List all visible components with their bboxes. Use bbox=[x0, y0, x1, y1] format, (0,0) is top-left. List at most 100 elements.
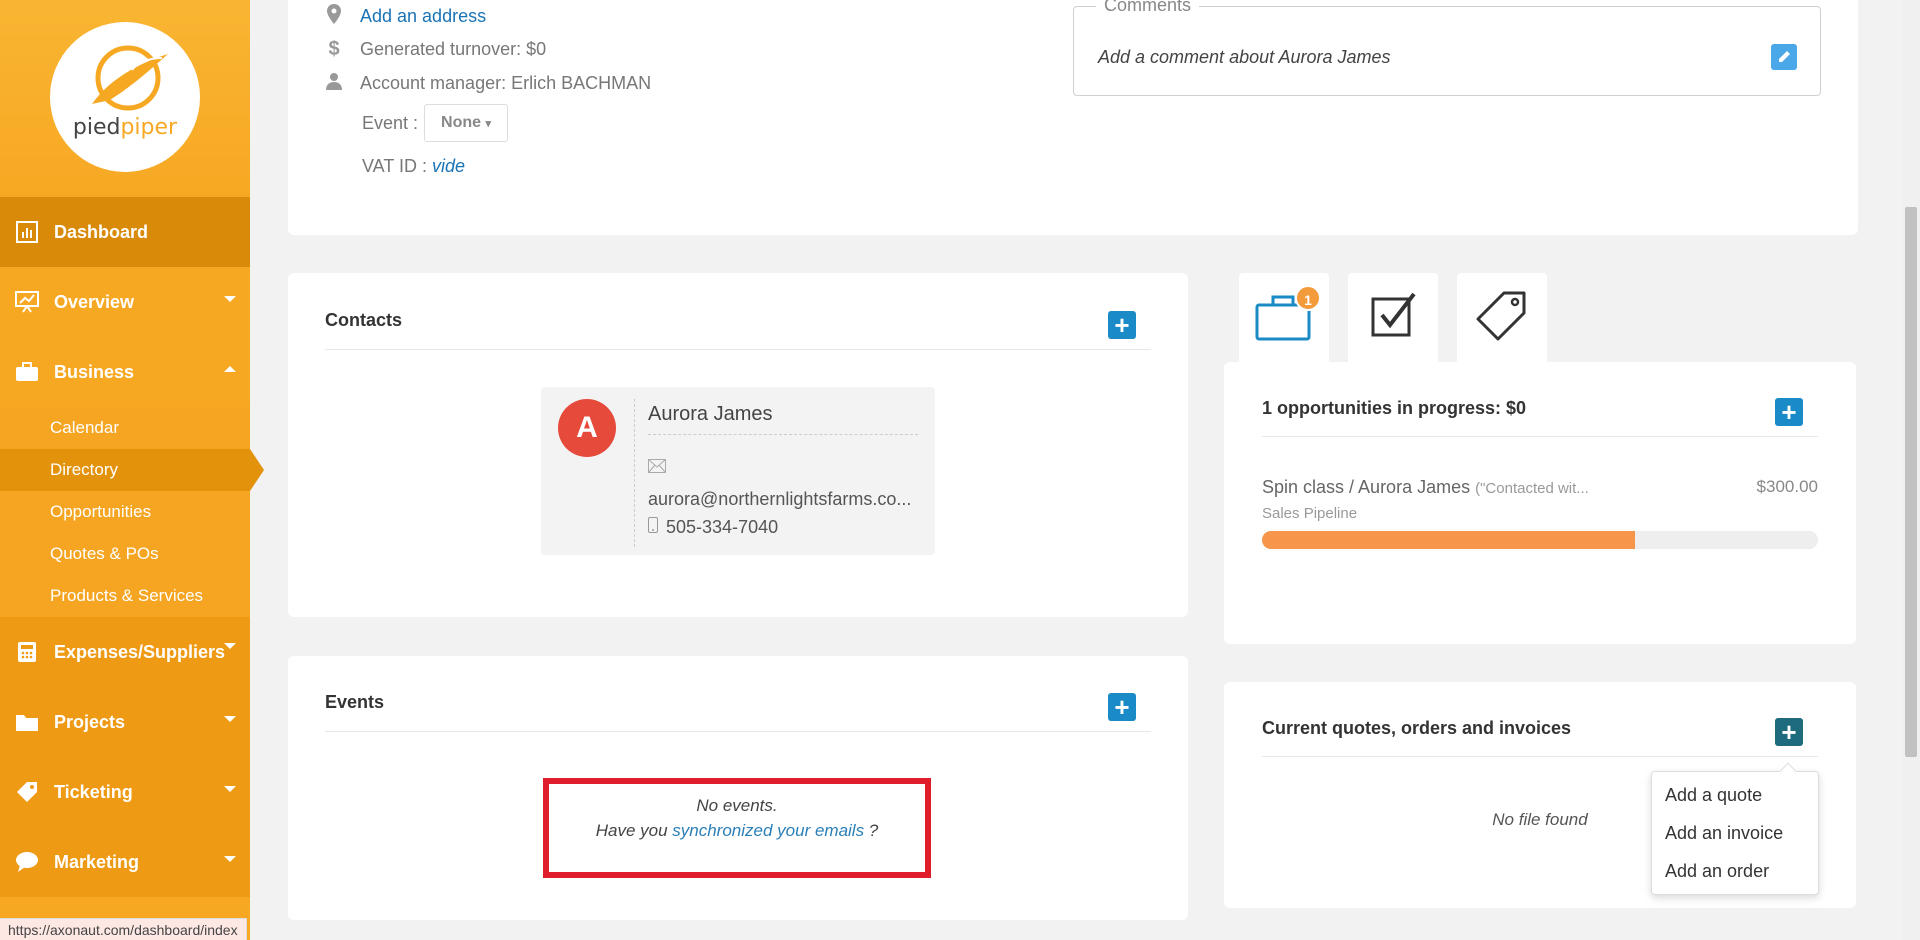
add-contact-button[interactable]: + bbox=[1108, 311, 1136, 339]
sidebar-item-label: Projects bbox=[54, 711, 126, 732]
avatar: A bbox=[558, 399, 616, 457]
chevron-down-icon bbox=[224, 856, 236, 862]
contact-card-aurora[interactable]: A Aurora James aurora@northernlightsfarm… bbox=[541, 387, 935, 555]
presentation-chart-icon bbox=[14, 291, 40, 313]
opportunity-progress-bar bbox=[1262, 531, 1818, 549]
opportunity-pipeline: Sales Pipeline bbox=[1262, 505, 1358, 522]
events-title: Events bbox=[325, 692, 385, 712]
vertical-scrollbar[interactable] bbox=[1902, 0, 1920, 940]
progress-fill bbox=[1262, 531, 1635, 549]
contacts-card: Contacts + A Aurora James aurora@norther… bbox=[288, 273, 1188, 617]
briefcase-icon bbox=[14, 361, 40, 383]
business-submenu: Calendar Directory Opportunities Quotes … bbox=[0, 407, 264, 617]
sidebar-subitem-calendar[interactable]: Calendar bbox=[0, 407, 250, 449]
tab-tags[interactable] bbox=[1457, 273, 1547, 363]
map-pin-icon bbox=[324, 4, 344, 29]
chevron-down-icon bbox=[224, 786, 236, 792]
menu-item-add-order[interactable]: Add an order bbox=[1652, 852, 1818, 890]
opportunities-title: 1 opportunities in progress: $0 bbox=[1262, 398, 1527, 418]
brand-logo[interactable]: piedpiper bbox=[50, 22, 200, 172]
sidebar-item-marketing[interactable]: Marketing bbox=[0, 827, 250, 897]
quotes-title: Current quotes, orders and invoices bbox=[1262, 718, 1572, 738]
sidebar-item-overview[interactable]: Overview bbox=[0, 267, 250, 337]
manager-text: Account manager: Erlich BACHMAN bbox=[360, 73, 652, 93]
sidebar-item-label: Business bbox=[54, 361, 135, 382]
opportunity-name: Spin class / Aurora James bbox=[1262, 477, 1471, 497]
bar-chart-icon bbox=[14, 221, 40, 243]
edit-comment-button[interactable] bbox=[1771, 44, 1797, 70]
menu-item-add-quote[interactable]: Add a quote bbox=[1652, 776, 1818, 814]
plus-icon: + bbox=[1781, 397, 1797, 427]
contact-name[interactable]: Aurora James bbox=[648, 403, 773, 426]
event-row: Event : None ▾ bbox=[362, 104, 509, 142]
sidebar-subitem-products[interactable]: Products & Services bbox=[0, 575, 250, 617]
chevron-down-icon bbox=[224, 643, 236, 649]
contacts-title: Contacts bbox=[325, 310, 403, 330]
sidebar-item-label: Expenses/Suppliers bbox=[54, 641, 226, 662]
divider bbox=[634, 399, 635, 547]
scrollbar-thumb[interactable] bbox=[1905, 207, 1917, 757]
company-info-card: Add an address $ Generated turnover: $0 … bbox=[288, 0, 1858, 235]
plus-icon: + bbox=[1781, 717, 1797, 747]
divider bbox=[1262, 436, 1818, 437]
divider bbox=[1262, 756, 1818, 757]
contact-phone[interactable]: 505-334-7040 bbox=[666, 517, 778, 538]
sync-prompt: Have you synchronized your emails ? bbox=[595, 821, 879, 840]
checkbox-icon bbox=[1371, 292, 1416, 337]
bird-logo-icon bbox=[92, 45, 168, 111]
tab-tasks[interactable] bbox=[1348, 273, 1438, 363]
sidebar-item-dashboard[interactable]: Dashboard bbox=[0, 197, 250, 267]
opportunity-item[interactable]: Spin class / Aurora James ("Contacted wi… bbox=[1262, 477, 1589, 498]
comment-placeholder[interactable]: Add a comment about Aurora James bbox=[1098, 47, 1390, 68]
contact-phone-row: 505-334-7040 bbox=[648, 517, 778, 538]
no-events-text: No events. bbox=[696, 796, 778, 815]
menu-item-add-invoice[interactable]: Add an invoice bbox=[1652, 814, 1818, 852]
calculator-icon bbox=[14, 641, 40, 663]
plus-icon: + bbox=[1114, 692, 1130, 722]
chevron-up-icon bbox=[224, 366, 236, 372]
tag-icon bbox=[1476, 291, 1526, 341]
sidebar-item-ticketing[interactable]: Ticketing bbox=[0, 757, 250, 827]
sidebar-item-expenses[interactable]: Expenses/Suppliers bbox=[0, 617, 250, 687]
sidebar-subitem-opportunities[interactable]: Opportunities bbox=[0, 491, 250, 533]
vat-row: VAT ID : vide bbox=[362, 156, 465, 177]
sidebar-subitem-quotes[interactable]: Quotes & POs bbox=[0, 533, 250, 575]
link-preview-status: https://axonaut.com/dashboard/index bbox=[0, 918, 247, 940]
envelope-icon bbox=[648, 459, 666, 478]
sidebar: piedpiper Dashboard Overview Business Ca… bbox=[0, 0, 264, 940]
caret-down-icon: ▾ bbox=[485, 118, 492, 130]
add-document-button[interactable]: + bbox=[1775, 718, 1803, 746]
chat-bubble-icon bbox=[14, 851, 40, 873]
sidebar-item-label: Dashboard bbox=[54, 221, 149, 242]
sidebar-item-business[interactable]: Business bbox=[0, 337, 250, 407]
comments-box: Comments Add a comment about Aurora Jame… bbox=[1073, 0, 1821, 96]
turnover-row: $ Generated turnover: $0 bbox=[324, 38, 546, 61]
opportunity-note: ("Contacted wit... bbox=[1475, 480, 1589, 497]
sync-emails-link[interactable]: synchronized your emails bbox=[672, 821, 864, 840]
tag-icon bbox=[14, 781, 40, 803]
opportunity-amount: $300.00 bbox=[1756, 477, 1818, 496]
manager-row: Account manager: Erlich BACHMAN bbox=[324, 72, 651, 95]
add-document-menu: Add a quote Add an invoice Add an order bbox=[1651, 762, 1819, 895]
sidebar-item-projects[interactable]: Projects bbox=[0, 687, 250, 757]
divider bbox=[648, 434, 918, 435]
comments-legend: Comments bbox=[1096, 0, 1200, 16]
add-event-button[interactable]: + bbox=[1108, 693, 1136, 721]
contact-email[interactable]: aurora@northernlightsfarms.co... bbox=[648, 489, 911, 510]
opportunities-card: 1 opportunities in progress: $0 + Spin c… bbox=[1224, 362, 1856, 644]
plus-icon: + bbox=[1114, 310, 1130, 340]
mobile-phone-icon bbox=[648, 517, 658, 538]
event-select[interactable]: None ▾ bbox=[424, 104, 509, 142]
add-opportunity-button[interactable]: + bbox=[1775, 398, 1803, 426]
sidebar-subitem-directory[interactable]: Directory bbox=[0, 449, 264, 491]
events-card: Events + No events. Have you synchronize… bbox=[288, 656, 1188, 920]
sidebar-item-label: Marketing bbox=[54, 851, 140, 872]
tab-opportunities[interactable]: 1 bbox=[1239, 273, 1329, 363]
sidebar-item-label: Overview bbox=[54, 291, 135, 312]
vat-value-link[interactable]: vide bbox=[432, 156, 465, 177]
brand-name: piedpiper bbox=[72, 115, 178, 140]
event-label: Event : bbox=[362, 112, 419, 133]
turnover-text: Generated turnover: $0 bbox=[360, 39, 547, 59]
pencil-icon bbox=[1779, 51, 1790, 62]
add-address-link[interactable]: Add an address bbox=[360, 6, 486, 27]
